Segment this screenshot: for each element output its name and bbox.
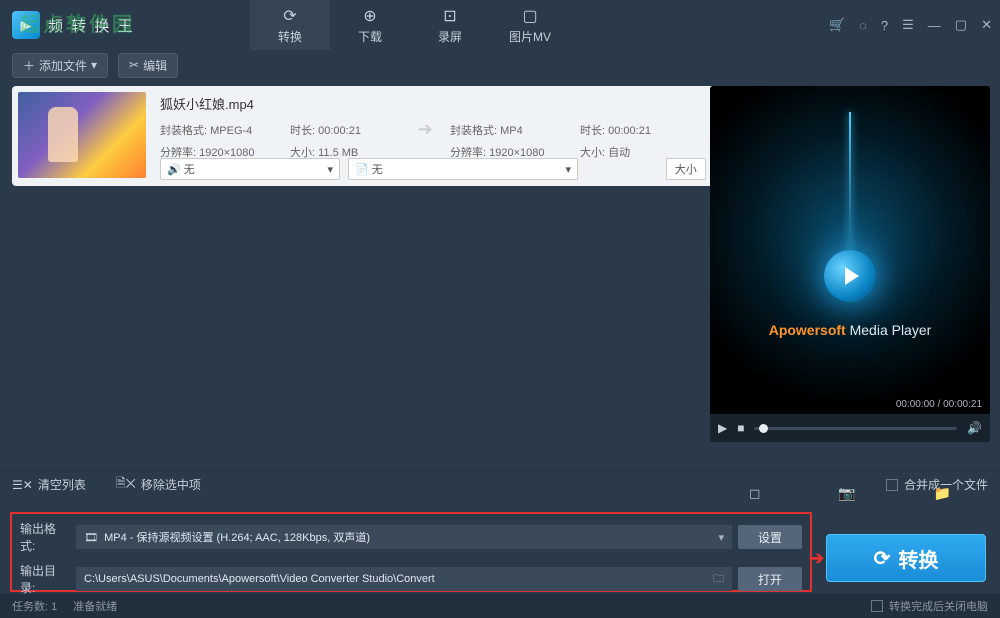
preview-tool-icons: ◻ 📷 📁 [710, 478, 990, 508]
play-icon[interactable]: ▶ [718, 421, 727, 435]
preview-panel: Apowersoft Media Player 00:00:00 / 00:00… [710, 86, 990, 442]
status-text: 准备就绪 [73, 598, 117, 614]
menu-icon[interactable]: ☰ [902, 17, 914, 33]
preview-canvas[interactable]: Apowersoft Media Player [710, 86, 990, 414]
dst-format: 封装格式: MP4 [450, 122, 580, 138]
tab-record-label: 录屏 [438, 28, 462, 45]
output-format-value: MP4 - 保持源视频设置 (H.264; AAC, 128Kbps, 双声道) [104, 532, 370, 544]
preview-time: 00:00:00 / 00:00:21 [896, 399, 982, 410]
chevron-down-icon: ▾ [718, 531, 724, 544]
record-icon: ⊡ [443, 6, 456, 26]
edit-button[interactable]: ✂ 编辑 [118, 53, 178, 78]
tab-record[interactable]: ⊡ 录屏 [410, 0, 490, 50]
open-folder-button[interactable]: 打开 [738, 567, 802, 591]
tab-convert[interactable]: ⟳ 转换 [250, 0, 330, 50]
output-dir-label: 输出目录: [20, 562, 70, 596]
folder-icon: 🗀 [713, 570, 724, 589]
clear-icon: ☰✕ [12, 478, 33, 492]
tab-download[interactable]: ⊕ 下载 [330, 0, 410, 50]
remove-icon: 🗎✕ [116, 474, 136, 495]
settings-button[interactable]: 设置 [738, 525, 802, 549]
add-file-label: 添加文件 [39, 57, 87, 74]
play-orb-icon [824, 250, 876, 302]
preview-controls: ▶ ■ 🔊 [710, 414, 990, 442]
minimize-icon[interactable]: — [928, 18, 941, 33]
output-dir-field[interactable]: C:\Users\ASUS\Documents\Apowersoft\Video… [76, 567, 732, 591]
convert-label: 转换 [898, 544, 938, 573]
chevron-down-icon: ▾ [327, 163, 333, 176]
logo-area: ▶ 频 转 换 王 [0, 11, 240, 39]
file-thumbnail[interactable] [18, 92, 146, 178]
output-format-label: 输出格式: [20, 520, 70, 554]
remove-selected-button[interactable]: 🗎✕ 移除选中项 [116, 474, 201, 495]
video-icon: 🎞 [84, 532, 98, 544]
file-name: 狐妖小红娘.mp4 [160, 94, 756, 113]
shutdown-label: 转换完成后关闭电脑 [889, 598, 988, 614]
task-count: 任务数: 1 [12, 598, 57, 614]
output-format-select[interactable]: 🎞 MP4 - 保持源视频设置 (H.264; AAC, 128Kbps, 双声… [76, 525, 732, 549]
snapshot-icon[interactable]: 📷 [838, 485, 855, 502]
callout-arrow-icon: ➔ [809, 548, 824, 569]
chevron-down-icon: ▾ [91, 58, 97, 72]
preview-brand: Apowersoft Media Player [710, 322, 990, 338]
edit-label: 编辑 [143, 57, 167, 74]
folder-icon[interactable]: 📁 [934, 485, 951, 502]
main-tabs: ⟳ 转换 ⊕ 下载 ⊡ 录屏 ▢ 图片MV [250, 0, 570, 50]
tab-download-label: 下载 [358, 28, 382, 45]
output-panel: 输出格式: 🎞 MP4 - 保持源视频设置 (H.264; AAC, 128Kb… [10, 512, 812, 592]
subtitle-select[interactable]: 📄 无 ▾ [348, 158, 578, 180]
src-format: 封装格式: MPEG-4 [160, 122, 290, 138]
audio-value: 无 [184, 164, 195, 176]
app-logo-icon: ▶ [12, 11, 40, 39]
progress-slider[interactable] [754, 427, 957, 430]
tab-photomv[interactable]: ▢ 图片MV [490, 0, 570, 50]
shutdown-checkbox[interactable] [871, 600, 883, 612]
file-item[interactable]: 狐妖小红娘.mp4 封装格式: MPEG-4 时长: 00:00:21 ➔ 封装… [12, 86, 772, 186]
maximize-icon[interactable]: ▢ [955, 17, 967, 33]
tab-photomv-label: 图片MV [509, 28, 551, 45]
toolbar: ＋ 添加文件 ▾ ✂ 编辑 [0, 50, 1000, 80]
tv-icon: ▢ [522, 6, 537, 26]
refresh-icon: ⟳ [874, 546, 891, 571]
size-button[interactable]: 大小 [666, 158, 706, 180]
crop-icon[interactable]: ◻ [749, 485, 761, 502]
subtitle-value: 无 [372, 164, 383, 176]
cart-icon[interactable]: 🛒 [829, 17, 845, 33]
subtitle-icon: 📄 [355, 164, 369, 176]
output-dir-value: C:\Users\ASUS\Documents\Apowersoft\Video… [84, 573, 435, 585]
statusbar: 任务数: 1 准备就绪 转换完成后关闭电脑 [0, 594, 1000, 618]
file-controls: 🔊 无 ▾ 📄 无 ▾ 大小 ✂编辑 [160, 158, 766, 180]
arrow-right-icon: ➔ [400, 119, 450, 140]
dst-duration: 时长: 00:00:21 [580, 122, 690, 138]
app-title: 频 转 换 王 [48, 15, 135, 36]
convert-button[interactable]: ➔ ⟳ 转换 [826, 534, 986, 582]
window-controls: 🛒 ◌ ? ☰ — ▢ ✕ [829, 0, 992, 50]
add-file-button[interactable]: ＋ 添加文件 ▾ [12, 53, 108, 78]
plus-icon: ＋ [23, 57, 35, 74]
audio-track-select[interactable]: 🔊 无 ▾ [160, 158, 340, 180]
download-icon: ⊕ [363, 6, 376, 26]
clear-label: 清空列表 [38, 476, 86, 493]
scissors-icon: ✂ [129, 58, 139, 72]
close-icon[interactable]: ✕ [981, 17, 992, 33]
titlebar: 起点软件园 ▶ 频 转 换 王 ⟳ 转换 ⊕ 下载 ⊡ 录屏 ▢ 图片MV 🛒 … [0, 0, 1000, 50]
src-duration: 时长: 00:00:21 [290, 122, 400, 138]
volume-icon[interactable]: 🔊 [967, 421, 982, 435]
chevron-down-icon: ▾ [565, 163, 571, 176]
help-icon[interactable]: ? [881, 18, 888, 33]
refresh-icon: ⟳ [283, 6, 296, 26]
speaker-icon: 🔊 [167, 164, 181, 176]
clear-list-button[interactable]: ☰✕ 清空列表 [12, 476, 86, 493]
user-icon[interactable]: ◌ [859, 18, 867, 33]
stop-icon[interactable]: ■ [737, 421, 744, 435]
remove-label: 移除选中项 [141, 476, 201, 493]
tab-convert-label: 转换 [278, 28, 302, 45]
